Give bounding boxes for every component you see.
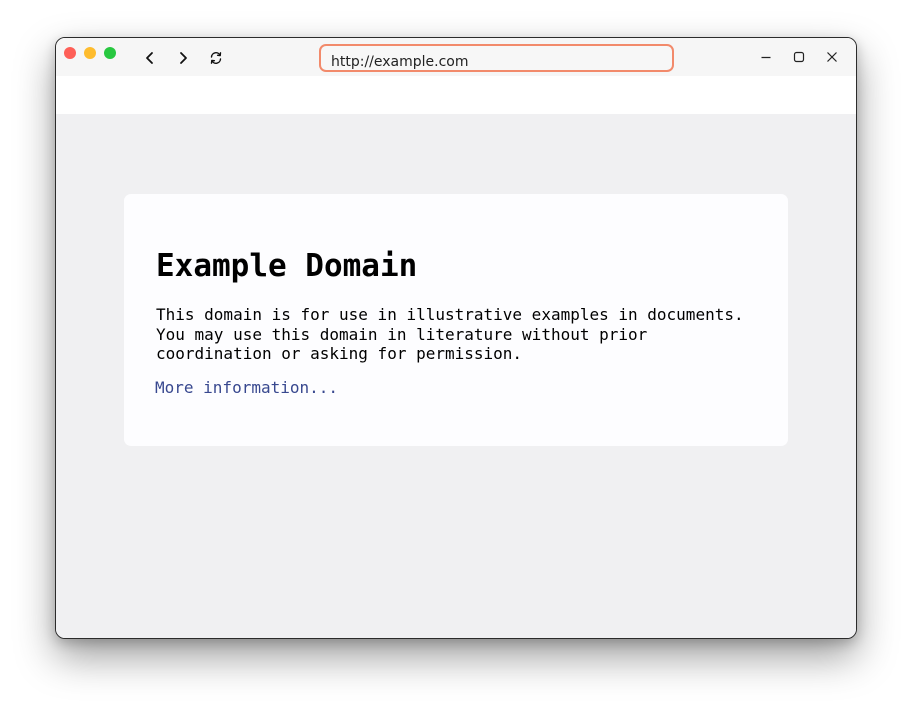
chevron-right-icon [180, 52, 187, 64]
address-bar[interactable] [319, 44, 674, 72]
browser-window: Example Domain This domain is for use in… [55, 37, 857, 639]
close-window-dot[interactable] [64, 47, 76, 59]
page-title: Example Domain [156, 248, 418, 284]
more-information-link[interactable]: More information... [155, 378, 338, 398]
close-button[interactable] [823, 48, 841, 66]
reload-button[interactable] [206, 47, 226, 69]
maximize-button[interactable] [790, 48, 808, 66]
minimize-window-dot[interactable] [84, 47, 96, 59]
minimize-icon [761, 56, 771, 59]
url-input[interactable] [331, 53, 661, 71]
zoom-window-dot[interactable] [104, 47, 116, 59]
page-description: This domain is for use in illustrative e… [156, 305, 744, 363]
minimize-button[interactable] [757, 48, 775, 66]
toolbar-strip [56, 76, 856, 114]
page-viewport: Example Domain This domain is for use in… [56, 114, 856, 638]
maximize-icon [793, 51, 805, 63]
reload-icon [210, 52, 222, 64]
content-card: Example Domain This domain is for use in… [124, 194, 788, 446]
title-bar [56, 38, 856, 76]
chevron-left-icon [146, 52, 153, 64]
close-icon [827, 52, 837, 62]
forward-button[interactable] [173, 47, 193, 69]
back-button[interactable] [140, 47, 160, 69]
